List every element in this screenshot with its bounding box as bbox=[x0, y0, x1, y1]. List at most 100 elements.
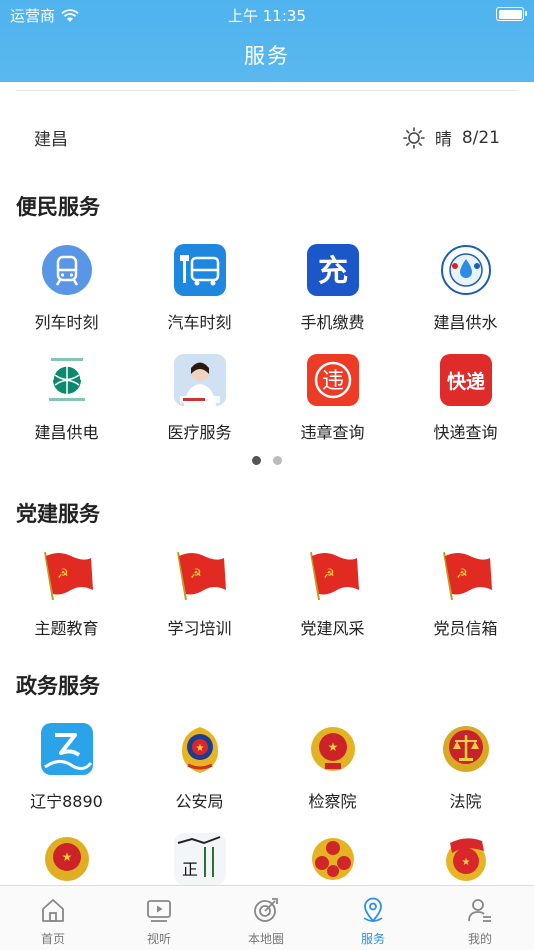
service-phone-recharge[interactable]: 充 手机缴费 bbox=[266, 244, 399, 333]
service-calligraphy[interactable]: 正 bbox=[133, 833, 266, 885]
page-dot-active[interactable] bbox=[252, 456, 261, 465]
medical-service-icon bbox=[173, 354, 226, 406]
service-party-style[interactable]: ☭ 党建风采 bbox=[266, 550, 399, 639]
service-label: 辽宁8890 bbox=[30, 792, 103, 811]
service-label: 汽车时刻 bbox=[167, 313, 232, 332]
service-label: 党建风采 bbox=[300, 619, 365, 638]
svg-text:充: 充 bbox=[318, 254, 348, 289]
phone-recharge-icon: 充 bbox=[306, 244, 359, 296]
service-theme-education[interactable]: ☭ 主题教育 bbox=[0, 550, 133, 639]
national-emblem-icon: ★ bbox=[41, 833, 93, 885]
service-member-mailbox[interactable]: ☭ 党员信箱 bbox=[399, 550, 532, 639]
svg-text:★: ★ bbox=[461, 857, 470, 868]
service-label: 快递查询 bbox=[433, 423, 498, 442]
weather-text: 晴 bbox=[434, 130, 452, 150]
svg-text:正: 正 bbox=[181, 860, 197, 879]
tab-profile[interactable]: 我的 bbox=[427, 886, 533, 950]
status-time: 上午 11:35 bbox=[228, 7, 306, 25]
tab-local-circle[interactable]: 本地圈 bbox=[213, 886, 319, 950]
service-label: 建昌供水 bbox=[433, 313, 498, 332]
tab-label: 服务 bbox=[360, 932, 385, 946]
service-label: 学习培训 bbox=[167, 619, 232, 638]
svg-text:快递: 快递 bbox=[446, 370, 484, 393]
section-title-bianmin: 便民服务 bbox=[16, 195, 100, 219]
section-title-dangjian: 党建服务 bbox=[16, 502, 100, 526]
location-pin-icon bbox=[363, 897, 383, 923]
bottom-tab-bar: 首页 视听 本地圈 服务 我的 bbox=[0, 885, 534, 950]
water-supply-icon bbox=[439, 244, 492, 296]
service-water-supply[interactable]: 建昌供水 bbox=[399, 244, 532, 333]
party-flag-icon: ☭ bbox=[41, 550, 93, 602]
divider bbox=[16, 90, 518, 91]
service-government[interactable]: ★ bbox=[0, 833, 133, 885]
svg-text:☭: ☭ bbox=[190, 567, 202, 582]
city-name[interactable]: 建昌 bbox=[34, 125, 68, 150]
status-bar: 运营商 上午 11:35 bbox=[0, 0, 534, 28]
womens-federation-icon bbox=[307, 833, 359, 885]
service-bus-schedule[interactable]: 汽车时刻 bbox=[133, 244, 266, 333]
power-grid-icon bbox=[40, 354, 93, 406]
battery-icon bbox=[496, 7, 527, 21]
procuratorate-emblem-icon: ★ bbox=[307, 723, 359, 775]
service-violation-query[interactable]: 违 违章查询 bbox=[266, 354, 399, 443]
service-power-supply[interactable]: 建昌供电 bbox=[0, 354, 133, 443]
service-label: 列车时刻 bbox=[34, 313, 99, 332]
tab-service[interactable]: 服务 bbox=[320, 886, 426, 950]
youth-league-icon: ★ bbox=[440, 833, 492, 885]
service-label: 公安局 bbox=[175, 792, 224, 811]
service-study-training[interactable]: ☭ 学习培训 bbox=[133, 550, 266, 639]
court-emblem-icon bbox=[440, 723, 492, 775]
home-icon bbox=[42, 899, 64, 922]
bus-icon bbox=[173, 244, 226, 296]
svg-text:违: 违 bbox=[321, 369, 343, 394]
service-procuratorate[interactable]: ★ 检察院 bbox=[266, 723, 399, 812]
service-label: 主题教育 bbox=[34, 619, 99, 638]
svg-text:☭: ☭ bbox=[456, 567, 468, 582]
page-dot[interactable] bbox=[273, 456, 282, 465]
tab-label: 首页 bbox=[40, 932, 65, 946]
svg-text:★: ★ bbox=[327, 740, 338, 754]
weather-date: 8/21 bbox=[461, 127, 500, 148]
service-medical[interactable]: 医疗服务 bbox=[133, 354, 266, 443]
local-circle-icon bbox=[254, 898, 278, 922]
service-police[interactable]: ★ 公安局 bbox=[133, 723, 266, 812]
service-label: 党员信箱 bbox=[433, 619, 498, 638]
service-label: 违章查询 bbox=[300, 423, 365, 442]
profile-icon bbox=[468, 899, 491, 922]
header-bar: 运营商 上午 11:35 服务 bbox=[0, 0, 534, 82]
section-title-zhengwu: 政务服务 bbox=[16, 674, 100, 698]
service-label: 法院 bbox=[449, 792, 482, 811]
police-emblem-icon: ★ bbox=[174, 723, 226, 775]
page-indicator[interactable] bbox=[0, 456, 534, 465]
liaoning-8890-icon bbox=[40, 723, 93, 775]
tab-home[interactable]: 首页 bbox=[0, 886, 106, 950]
sun-icon bbox=[403, 126, 425, 149]
party-flag-icon: ☭ bbox=[440, 550, 492, 602]
tab-label: 我的 bbox=[467, 932, 492, 946]
express-icon: 快递 bbox=[439, 354, 492, 406]
svg-text:☭: ☭ bbox=[57, 567, 69, 582]
calligraphy-icon: 正 bbox=[173, 833, 226, 885]
page-title: 服务 bbox=[244, 44, 290, 68]
svg-text:★: ★ bbox=[195, 743, 204, 754]
violation-icon: 违 bbox=[306, 354, 359, 406]
svg-text:★: ★ bbox=[61, 850, 72, 864]
tab-video[interactable]: 视听 bbox=[106, 886, 212, 950]
service-label: 检察院 bbox=[308, 792, 357, 811]
service-youth-league[interactable]: ★ bbox=[399, 833, 532, 885]
weather-info: 晴 8/21 bbox=[403, 125, 500, 150]
party-flag-icon: ☭ bbox=[174, 550, 226, 602]
train-icon bbox=[40, 244, 93, 296]
location-weather-row[interactable]: 建昌 晴 8/21 bbox=[0, 108, 534, 164]
service-label: 医疗服务 bbox=[167, 423, 232, 442]
video-icon bbox=[147, 900, 171, 922]
service-womens-federation[interactable] bbox=[266, 833, 399, 885]
service-train-schedule[interactable]: 列车时刻 bbox=[0, 244, 133, 333]
service-express-query[interactable]: 快递 快递查询 bbox=[399, 354, 532, 443]
service-court[interactable]: 法院 bbox=[399, 723, 532, 812]
tab-label: 本地圈 bbox=[247, 932, 284, 946]
service-label: 手机缴费 bbox=[300, 313, 365, 332]
service-label: 建昌供电 bbox=[34, 423, 99, 442]
service-liaoning-8890[interactable]: 辽宁8890 bbox=[0, 723, 133, 812]
party-flag-icon: ☭ bbox=[307, 550, 359, 602]
